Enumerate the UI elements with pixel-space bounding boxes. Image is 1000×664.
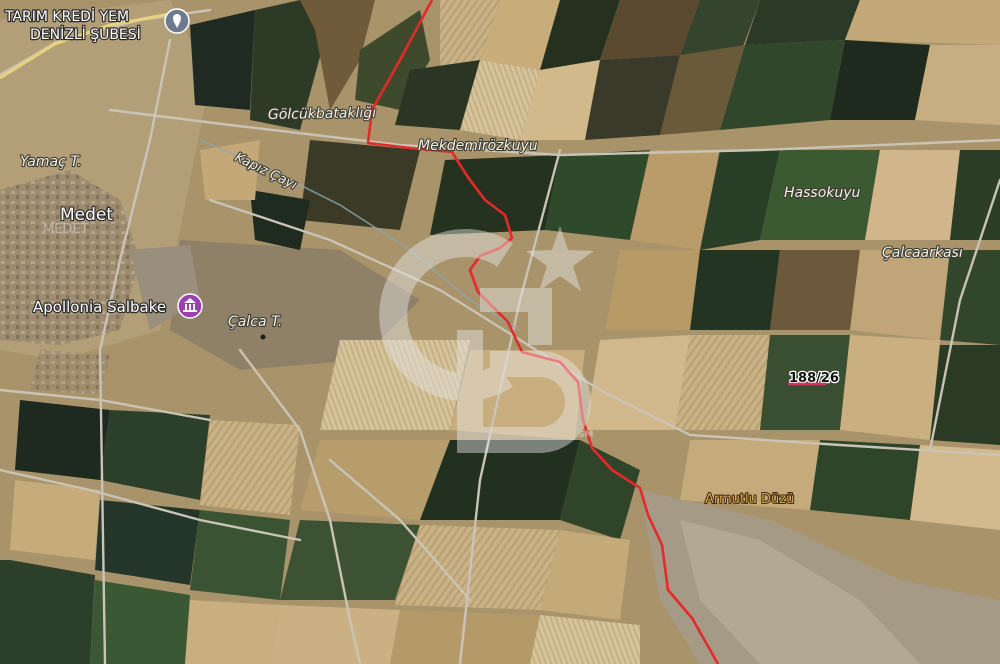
location-pin-icon bbox=[164, 8, 190, 34]
place-label-calca: Çalca T. bbox=[228, 314, 282, 330]
parcel-188-26[interactable]: 188/26 bbox=[788, 370, 841, 388]
place-label-golcukbatakligi: Gölcükbataklığı bbox=[268, 105, 377, 123]
place-label-yamac: Yamaç T. bbox=[20, 154, 82, 170]
tarim-kredi-label-line1: TARIM KREDİ YEM bbox=[4, 7, 129, 25]
tarim-kredi-label-line2: DENİZLİ ŞUBESİ bbox=[30, 25, 141, 43]
peak-marker-icon bbox=[260, 334, 266, 340]
watermark-mark: SM bbox=[578, 430, 593, 440]
place-label-hassokuyu: Hassokuyu bbox=[784, 185, 861, 201]
satellite-map[interactable]: SM TARIM KREDİ YEM DENİZLİ ŞUBESİ Apollo… bbox=[0, 0, 1000, 664]
landmark-pin-icon bbox=[177, 293, 203, 319]
place-label-armutlu-duzu: Armutlu Düzü bbox=[705, 492, 794, 507]
apollonia-label: Apollonia Salbake bbox=[33, 298, 166, 316]
place-label-medet: Medet bbox=[60, 205, 113, 225]
place-label-mekdemirozkuyu: Mekdemirözkuyu bbox=[418, 138, 538, 154]
place-label-calcaarkasi: Çalcaarkası bbox=[882, 245, 963, 261]
